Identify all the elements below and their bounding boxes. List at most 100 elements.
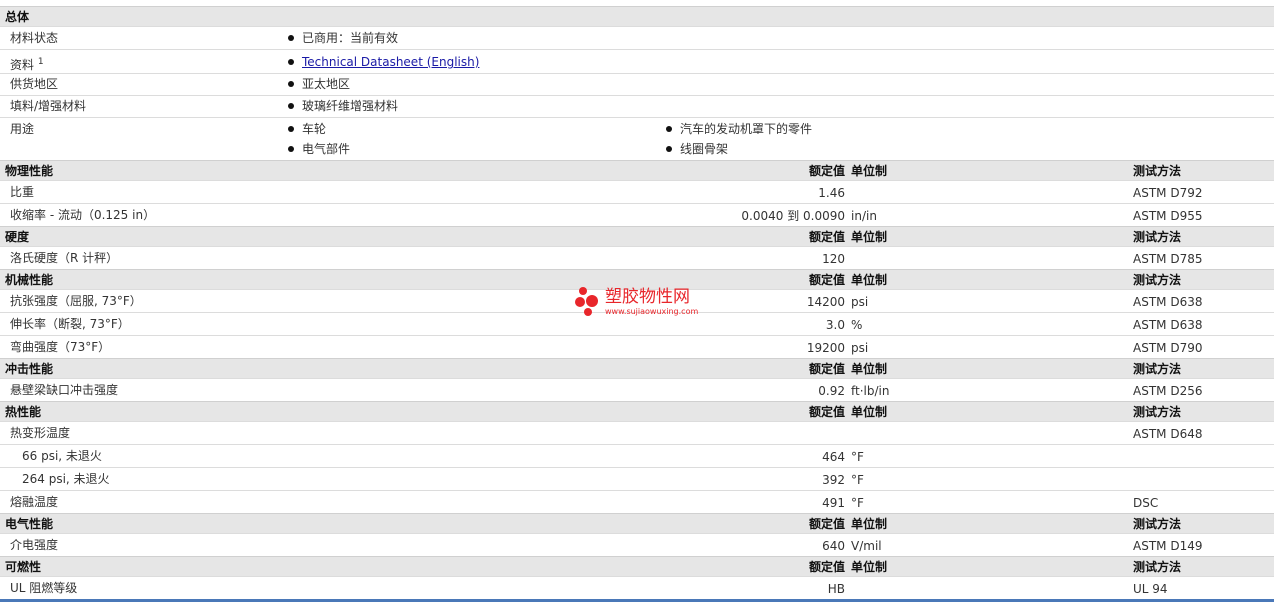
row-value: 0.0040 到 0.0090 — [741, 209, 845, 223]
col-header-unit: 单位制 — [851, 362, 888, 376]
row-item: 已商用：当前有效 — [302, 31, 399, 45]
col-header-method: 测试方法 — [1133, 517, 1182, 531]
table-row: 用途 车轮 汽车的发动机罩下的零件 电气部件 线圈骨架 — [0, 117, 1274, 160]
table-row: 资料 1 Technical Datasheet (English) — [0, 49, 1274, 73]
col-header-value: 额定值 — [808, 560, 845, 574]
row-value: 120 — [822, 252, 845, 266]
section-title: 总体 — [5, 10, 30, 24]
row-method: ASTM D149 — [1133, 539, 1203, 553]
row-unit: °F — [851, 450, 864, 464]
row-value: 640 — [822, 539, 845, 553]
row-value: 19200 — [806, 341, 845, 355]
table-row: 热变形温度 ASTM D648 — [0, 421, 1274, 444]
row-method: UL 94 — [1133, 582, 1168, 596]
row-method: ASTM D638 — [1133, 318, 1203, 332]
row-value: 491 — [822, 496, 845, 510]
row-item: 汽车的发动机罩下的零件 — [680, 122, 813, 136]
bullet-icon — [288, 81, 294, 87]
col-header-method: 测试方法 — [1133, 164, 1182, 178]
row-unit: psi — [851, 341, 869, 355]
datasheet-link[interactable]: Technical Datasheet (English) — [302, 54, 479, 70]
watermark: 塑胶物性网 www.sujiaowuxing.com — [575, 285, 715, 321]
col-header-value: 额定值 — [808, 273, 845, 287]
col-header-value: 额定值 — [808, 230, 845, 244]
table-row: 悬壁梁缺口冲击强度 0.92 ft·lb/in ASTM D256 — [0, 378, 1274, 401]
row-value: 1.46 — [818, 186, 845, 200]
row-item: 玻璃纤维增强材料 — [302, 99, 399, 113]
row-method: ASTM D648 — [1133, 427, 1203, 441]
col-header-method: 测试方法 — [1133, 560, 1182, 574]
watermark-url: www.sujiaowuxing.com — [605, 307, 699, 316]
row-value: HB — [827, 582, 845, 596]
section-title: 物理性能 — [5, 164, 54, 178]
col-header-unit: 单位制 — [851, 164, 888, 178]
row-unit: °F — [851, 496, 864, 510]
col-header-method: 测试方法 — [1133, 405, 1182, 419]
row-label: 资料 1 — [10, 57, 44, 72]
row-label: 热变形温度 — [10, 426, 71, 440]
row-value: 0.92 — [818, 384, 845, 398]
col-header-value: 额定值 — [808, 517, 845, 531]
row-label: 66 psi, 未退火 — [22, 449, 102, 463]
table-row: 供货地区 亚太地区 — [0, 73, 1274, 95]
watermark-name: 塑胶物性网 — [605, 287, 690, 307]
col-header-unit: 单位制 — [851, 560, 888, 574]
col-header-value: 额定值 — [808, 362, 845, 376]
row-unit: % — [851, 318, 863, 332]
row-value: 3.0 — [825, 318, 845, 332]
row-label: 供货地区 — [10, 77, 59, 91]
table-row: 66 psi, 未退火 464 °F — [0, 444, 1274, 467]
row-label: 收缩率 - 流动（0.125 in） — [10, 208, 156, 222]
row-method: ASTM D256 — [1133, 384, 1203, 398]
table-row: 264 psi, 未退火 392 °F — [0, 467, 1274, 490]
table-row: 比重 1.46 ASTM D792 — [0, 180, 1274, 203]
bullet-icon — [288, 146, 294, 152]
section-header-hardness: 硬度 额定值 单位制 测试方法 — [0, 226, 1274, 246]
watermark-logo-icon — [575, 287, 598, 316]
table-row: 收缩率 - 流动（0.125 in） 0.0040 到 0.0090 in/in… — [0, 203, 1274, 226]
row-method: ASTM D955 — [1133, 209, 1203, 223]
section-header-general: 总体 — [0, 6, 1274, 26]
table-row: 填料/增强材料 玻璃纤维增强材料 — [0, 95, 1274, 117]
row-method: ASTM D792 — [1133, 186, 1203, 200]
section-title: 可燃性 — [5, 560, 42, 574]
row-item: 车轮 — [302, 122, 327, 136]
row-unit: in/in — [851, 209, 877, 223]
section-header-thermal: 热性能 额定值 单位制 测试方法 — [0, 401, 1274, 421]
row-label: 材料状态 — [10, 31, 59, 45]
bullet-icon — [288, 35, 294, 41]
row-label: 洛氏硬度（R 计秤） — [10, 251, 119, 265]
col-header-method: 测试方法 — [1133, 362, 1182, 376]
row-label: 比重 — [10, 185, 35, 199]
col-header-unit: 单位制 — [851, 405, 888, 419]
row-label: 用途 — [10, 122, 35, 136]
bullet-icon — [666, 126, 672, 132]
row-item: 电气部件 — [302, 142, 351, 156]
row-value: 392 — [822, 473, 845, 487]
row-method: ASTM D790 — [1133, 341, 1203, 355]
table-row: 洛氏硬度（R 计秤） 120 ASTM D785 — [0, 246, 1274, 269]
row-label: 伸长率（断裂, 73°F） — [10, 317, 130, 331]
bullet-icon — [288, 59, 294, 65]
col-header-method: 测试方法 — [1133, 230, 1182, 244]
section-header-impact: 冲击性能 额定值 单位制 测试方法 — [0, 358, 1274, 378]
row-label: UL 阻燃等级 — [10, 581, 78, 595]
section-title: 电气性能 — [5, 517, 54, 531]
section-title: 硬度 — [5, 230, 30, 244]
section-title: 机械性能 — [5, 273, 54, 287]
row-unit: ft·lb/in — [851, 384, 890, 398]
row-value: 464 — [822, 450, 845, 464]
table-row: 熔融温度 491 °F DSC — [0, 490, 1274, 513]
row-item: 线圈骨架 — [680, 142, 729, 156]
section-title: 冲击性能 — [5, 362, 54, 376]
col-header-value: 额定值 — [808, 164, 845, 178]
col-header-unit: 单位制 — [851, 517, 888, 531]
row-method: ASTM D638 — [1133, 295, 1203, 309]
col-header-unit: 单位制 — [851, 230, 888, 244]
bullet-icon — [288, 126, 294, 132]
row-unit: V/mil — [851, 539, 882, 553]
section-header-electrical: 电气性能 额定值 单位制 测试方法 — [0, 513, 1274, 533]
row-label: 抗张强度（屈服, 73°F） — [10, 294, 142, 308]
section-title: 热性能 — [5, 405, 42, 419]
row-unit: psi — [851, 295, 869, 309]
